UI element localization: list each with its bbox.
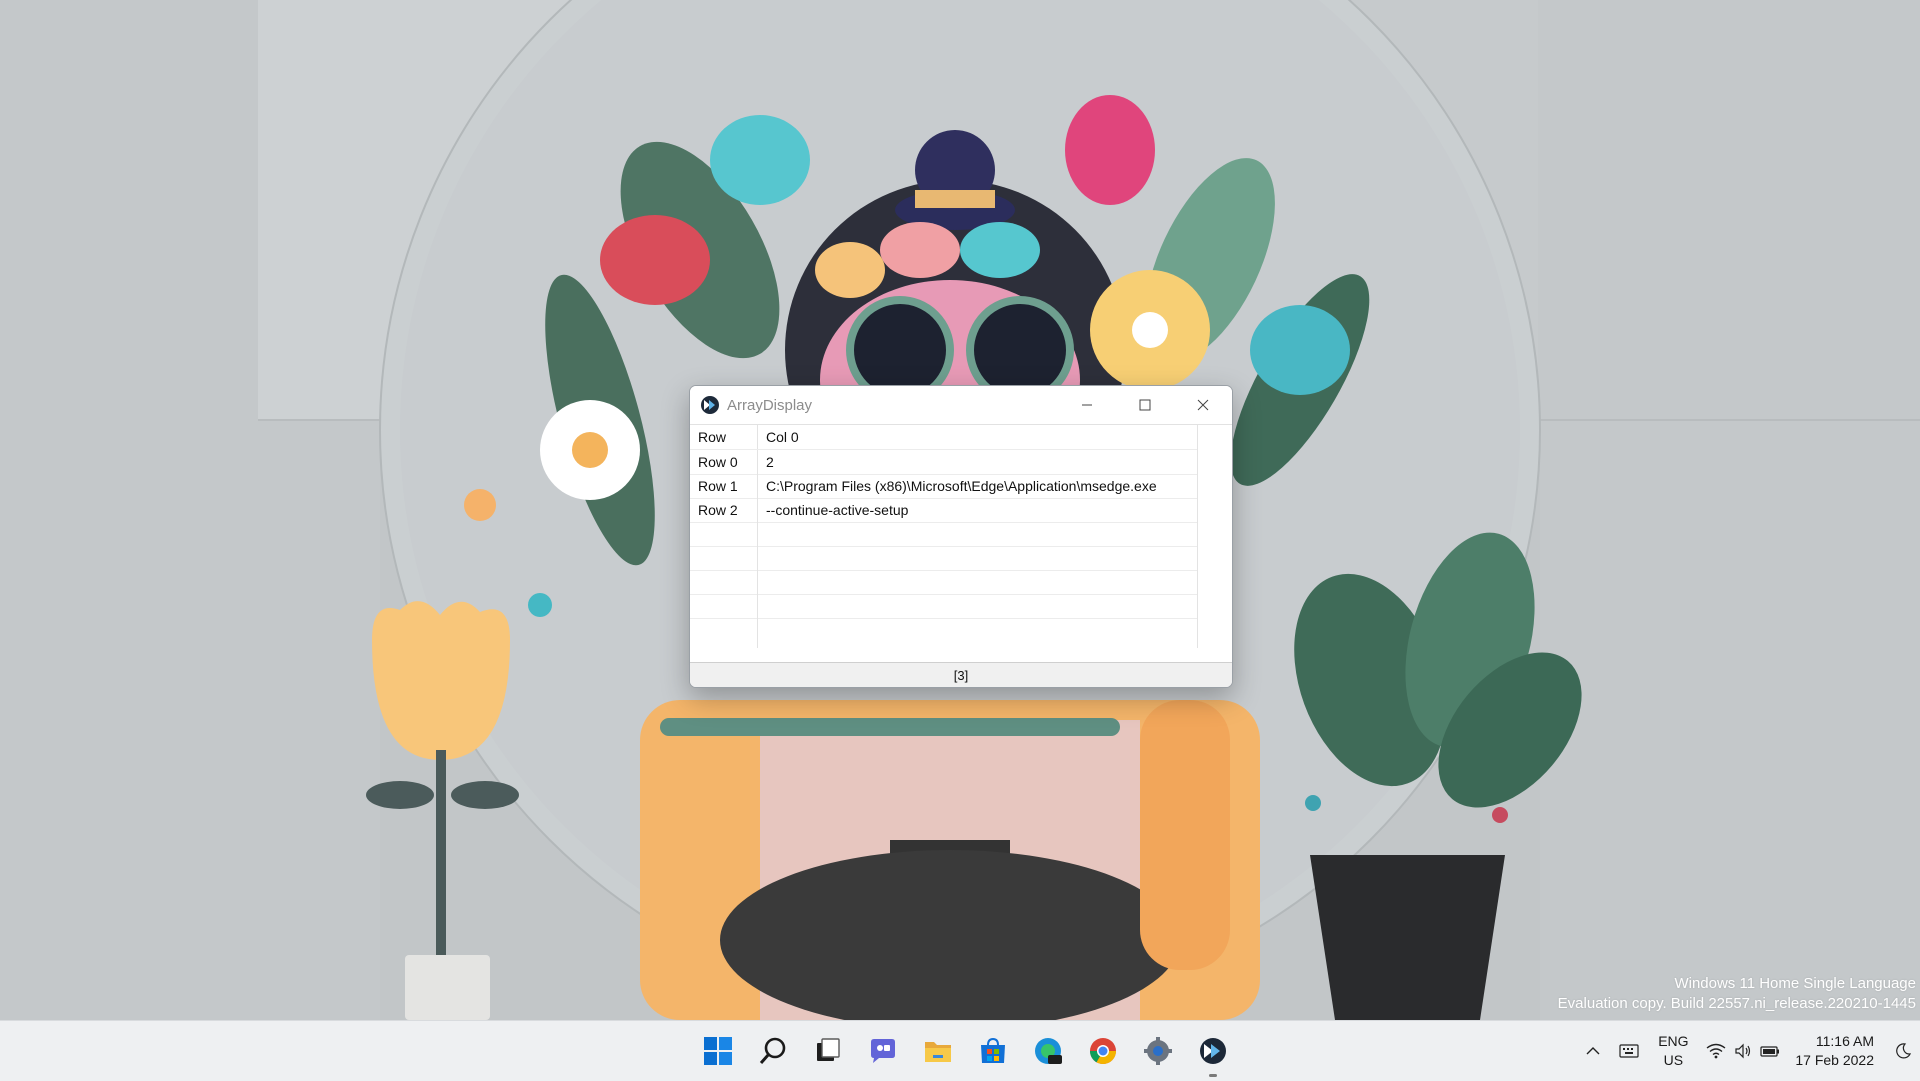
empty-row: [690, 546, 1197, 571]
clock-date: 17 Feb 2022: [1795, 1052, 1874, 1068]
microsoft-store-icon: [980, 1037, 1005, 1063]
watermark-build: Evaluation copy. Build 22557.ni_release.…: [1557, 995, 1916, 1012]
element-count: [3]: [953, 668, 969, 683]
window-titlebar[interactable]: ArrayDisplay: [690, 386, 1232, 424]
windows-start-icon: [703, 1037, 732, 1065]
autoit-icon: [1199, 1038, 1226, 1064]
taskbar: ENG US 11:16 AM 17 Feb 2022: [0, 1020, 1920, 1081]
row-value: C:\Program Files (x86)\Microsoft\Edge\Ap…: [766, 478, 1157, 494]
system-tray: ENG US 11:16 AM 17 Feb 2022: [1575, 1021, 1920, 1081]
language-code: ENG: [1658, 1033, 1689, 1049]
search-icon: [759, 1037, 785, 1064]
row-label: Row 1: [690, 474, 758, 498]
window-title: ArrayDisplay: [727, 396, 813, 414]
task-view-button[interactable]: [800, 1021, 855, 1081]
row-label: Row 0: [690, 450, 758, 474]
input-language-button[interactable]: ENG US: [1647, 1021, 1699, 1081]
vertical-scrollbar[interactable]: [1197, 425, 1232, 649]
settings-icon: [1143, 1037, 1172, 1065]
task-view-icon: [816, 1038, 840, 1061]
edge-dev-icon: [1034, 1038, 1062, 1064]
battery-icon: [1760, 1046, 1780, 1057]
table-row[interactable]: Row 0 2: [690, 450, 1197, 475]
search-button[interactable]: [745, 1021, 800, 1081]
clock-button[interactable]: 11:16 AM 17 Feb 2022: [1787, 1021, 1886, 1081]
minimize-icon: [1082, 404, 1092, 406]
maximize-button[interactable]: [1116, 386, 1174, 424]
chrome-icon: [1089, 1038, 1116, 1065]
start-button[interactable]: [690, 1021, 745, 1081]
row-label: Row 2: [690, 498, 758, 522]
table-row[interactable]: Row 2 --continue-active-setup: [690, 498, 1197, 523]
volume-icon: [1735, 1043, 1751, 1059]
column-header-row-label[interactable]: Row: [690, 425, 758, 449]
empty-row: [690, 522, 1197, 547]
watermark-edition: Windows 11 Home Single Language: [1674, 975, 1916, 992]
status-bar: [3]: [690, 662, 1232, 687]
autoit-icon: [700, 395, 720, 415]
keyboard-icon: [1619, 1044, 1639, 1058]
moon-icon: [1896, 1043, 1911, 1059]
close-icon: [1197, 399, 1209, 411]
close-button[interactable]: [1174, 386, 1232, 424]
column-header-row[interactable]: Row Col 0: [690, 425, 1197, 450]
chat-button[interactable]: [855, 1021, 910, 1081]
settings-button[interactable]: [1130, 1021, 1185, 1081]
minimize-button[interactable]: [1058, 386, 1116, 424]
microsoft-store-button[interactable]: [965, 1021, 1020, 1081]
maximize-icon: [1139, 399, 1151, 411]
empty-row: [690, 570, 1197, 595]
file-explorer-icon: [924, 1042, 951, 1062]
keyboard-layout: US: [1663, 1052, 1684, 1068]
evaluation-watermark: Windows 11 Home Single Language Evaluati…: [1558, 974, 1916, 1014]
column-header-col0[interactable]: Col 0: [758, 429, 799, 445]
chevron-up-icon: [1586, 1047, 1600, 1055]
quick-settings-button[interactable]: [1699, 1021, 1787, 1081]
array-grid: Row Col 0 Row 0 2 Row 1 C:\Program Files…: [690, 425, 1197, 649]
array-list-view[interactable]: Row Col 0 Row 0 2 Row 1 C:\Program Files…: [690, 424, 1232, 649]
touch-keyboard-button[interactable]: [1611, 1021, 1647, 1081]
edge-dev-button[interactable]: [1020, 1021, 1075, 1081]
show-hidden-icons-button[interactable]: [1575, 1021, 1611, 1081]
file-explorer-button[interactable]: [910, 1021, 965, 1081]
autoit-taskbar-button[interactable]: [1185, 1021, 1240, 1081]
clock-time: 11:16 AM: [1815, 1033, 1874, 1049]
row-value: --continue-active-setup: [766, 502, 909, 518]
empty-row: [690, 618, 1197, 649]
empty-row: [690, 594, 1197, 619]
row-value: 2: [766, 454, 774, 470]
wifi-icon: [1706, 1043, 1726, 1059]
chat-icon: [870, 1039, 895, 1063]
focus-assist-button[interactable]: [1886, 1021, 1920, 1081]
chrome-button[interactable]: [1075, 1021, 1130, 1081]
table-row[interactable]: Row 1 C:\Program Files (x86)\Microsoft\E…: [690, 474, 1197, 499]
taskbar-apps: [690, 1021, 1240, 1081]
arraydisplay-window[interactable]: ArrayDisplay Row Col 0 Row 0 2 Row 1 C:\…: [689, 385, 1233, 688]
